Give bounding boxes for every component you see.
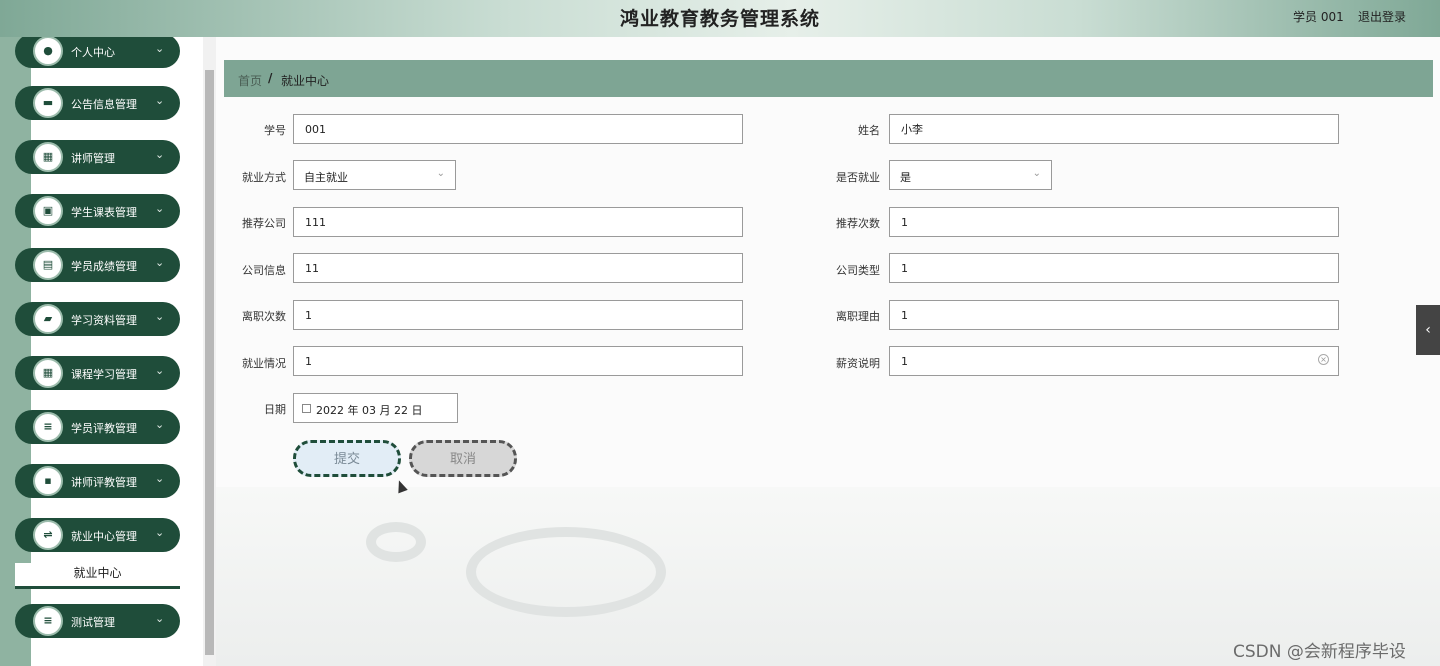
sidebar-item-label: 讲师评教管理 [71,476,137,489]
employment-method-select[interactable]: 自主就业 ⌄ [293,160,456,190]
chevron-down-icon: ⌄ [155,202,165,215]
person-icon: ● [33,37,63,66]
logout-link[interactable]: 退出登录 [1358,8,1406,25]
sidebar-item-label: 就业中心管理 [71,530,137,543]
sidebar-item-label: 公告信息管理 [71,98,137,111]
employed-label: 是否就业 [836,171,880,184]
sidebar-item-label: 讲师管理 [71,152,115,165]
sidebar-item-label: 学员评教管理 [71,422,137,435]
ticket-icon: ▰ [33,304,63,334]
employment-method-value: 自主就业 [304,171,348,184]
company-type-label: 公司类型 [836,264,880,277]
chevron-down-icon: ⌄ [155,256,165,269]
sidebar-item-lecturer-management[interactable]: ▦ 讲师管理 ⌄ [15,140,180,174]
employed-select[interactable]: 是 ⌄ [889,160,1052,190]
student-id-field[interactable] [293,114,743,144]
date-value: 2022 年 03 月 22 日 [316,404,423,417]
main-content: 首页 / 就业中心 学号 姓名 就业方式 自主就业 ⌄ 是否就业 是 ⌄ 推荐公… [216,37,1440,666]
chevron-down-icon: ⌄ [155,94,165,107]
chevron-down-icon: ⌄ [155,612,165,625]
employed-value: 是 [900,171,911,184]
salary-note-wrapper: × [889,346,1339,376]
recommend-count-field[interactable] [889,207,1339,237]
employment-status-label: 就业情况 [242,357,286,370]
company-info-label: 公司信息 [242,264,286,277]
sidebar-item-grades-management[interactable]: ▤ 学员成绩管理 ⌄ [15,248,180,282]
clear-icon[interactable]: × [1318,354,1329,365]
chevron-down-icon: ⌄ [155,42,165,55]
watermark: CSDN @会新程序毕设 [1233,642,1406,662]
student-id-label: 学号 [264,124,286,137]
calendar-icon [302,404,311,413]
chat-icon: ▤ [33,250,63,280]
chevron-down-icon: ⌄ [155,418,165,431]
briefcase-icon: ▣ [33,196,63,226]
sidebar: ● 个人中心 ⌄ ▬ 公告信息管理 ⌄ ▦ 讲师管理 ⌄ ▣ 学生课表管理 ⌄ … [0,37,203,666]
sidebar-item-label: 课程学习管理 [71,368,137,381]
employment-method-label: 就业方式 [242,171,286,184]
submit-button[interactable]: 提交 [293,440,401,477]
resign-count-label: 离职次数 [242,310,286,323]
sidebar-item-timetable-management[interactable]: ▣ 学生课表管理 ⌄ [15,194,180,228]
sidebar-item-notice-management[interactable]: ▬ 公告信息管理 ⌄ [15,86,180,120]
chevron-down-icon: ⌄ [155,310,165,323]
recommended-company-label: 推荐公司 [242,217,286,230]
chevron-down-icon: ⌄ [436,168,445,179]
sidebar-item-materials-management[interactable]: ▰ 学习资料管理 ⌄ [15,302,180,336]
sidebar-item-label: 学员成绩管理 [71,260,137,273]
grid-icon: ▦ [33,142,63,172]
sidebar-item-employment-center-management[interactable]: ⇌ 就业中心管理 ⌄ [15,518,180,552]
current-user: 学员 001 [1293,10,1344,24]
name-label: 姓名 [858,124,880,137]
employment-status-field[interactable] [293,346,743,376]
company-info-field[interactable] [293,253,743,283]
resign-reason-field[interactable] [889,300,1339,330]
app-title: 鸿业教育教务管理系统 [619,8,820,30]
chevron-down-icon: ⌄ [155,148,165,161]
top-header: 鸿业教育教务管理系统 学员 001 退出登录 [0,0,1440,37]
background-shape [366,522,426,562]
grid-icon: ▦ [33,358,63,388]
chevron-down-icon: ⌄ [1032,168,1041,179]
date-picker[interactable]: 2022 年 03 月 22 日 [293,393,458,423]
sidebar-item-personal-center[interactable]: ● 个人中心 ⌄ [15,37,180,68]
cancel-button[interactable]: 取消 [409,440,517,477]
date-label: 日期 [264,403,286,416]
list-icon: ≡ [33,412,63,442]
chevron-left-icon: ‹ [1425,322,1431,338]
sidebar-scrollbar[interactable] [203,37,216,666]
company-type-field[interactable] [889,253,1339,283]
chevron-down-icon: ⌄ [155,472,165,485]
chevron-down-icon: ⌄ [155,364,165,377]
breadcrumb-current: 就业中心 [281,74,330,88]
sidebar-item-course-study-management[interactable]: ▦ 课程学习管理 ⌄ [15,356,180,390]
collapse-panel-button[interactable]: ‹ [1416,305,1440,355]
sliders-icon: ⇌ [33,520,63,550]
salary-note-label: 薪资说明 [836,357,880,370]
clipboard-icon: ▪ [33,466,63,496]
background-shape [466,527,666,617]
resign-count-field[interactable] [293,300,743,330]
scrollbar-thumb[interactable] [205,70,214,655]
recommended-company-field[interactable] [293,207,743,237]
chevron-down-icon: ⌄ [155,526,165,539]
notice-icon: ▬ [33,88,63,118]
sidebar-item-lecturer-evaluation[interactable]: ▪ 讲师评教管理 ⌄ [15,464,180,498]
sidebar-item-label: 个人中心 [71,46,115,59]
sidebar-subitem-employment-center[interactable]: 就业中心 [15,563,180,589]
name-field[interactable] [889,114,1339,144]
resign-reason-label: 离职理由 [836,310,880,323]
menu-icon: ≡ [33,606,63,636]
recommend-count-label: 推荐次数 [836,217,880,230]
breadcrumb-separator: / [268,71,273,85]
sidebar-item-label: 学习资料管理 [71,314,137,327]
sidebar-item-test-management[interactable]: ≡ 测试管理 ⌄ [15,604,180,638]
sidebar-item-label: 测试管理 [71,616,115,629]
breadcrumb: 首页 / 就业中心 [224,60,1433,97]
breadcrumb-home[interactable]: 首页 [238,72,262,89]
salary-note-field[interactable] [889,346,1339,376]
sidebar-item-label: 学生课表管理 [71,206,137,219]
sidebar-item-student-evaluation[interactable]: ≡ 学员评教管理 ⌄ [15,410,180,444]
